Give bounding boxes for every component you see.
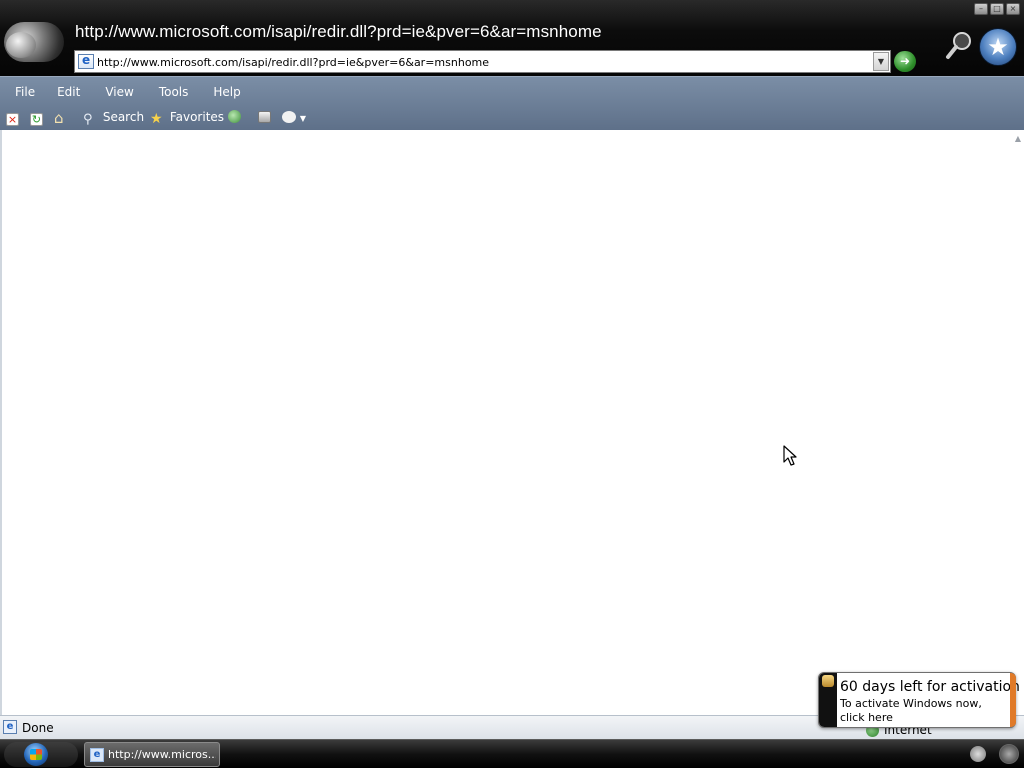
maximize-button[interactable]: □ <box>990 3 1004 15</box>
dropdown-arrow-icon: ▼ <box>877 57 885 66</box>
search-button[interactable]: ⚲ Search <box>83 110 145 127</box>
ie-orb-icon[interactable] <box>4 22 64 62</box>
stop-icon: × <box>6 113 19 126</box>
minimize-icon: – <box>979 4 983 13</box>
home-icon: ⌂ <box>54 109 64 127</box>
page-content[interactable]: ▲ <box>0 130 1024 715</box>
ie-small-icon: e <box>90 748 104 762</box>
address-bar[interactable]: ▼ <box>74 50 891 73</box>
taskbar-item-ie[interactable]: e http://www.micros... <box>84 742 220 767</box>
taskbar-item-label: http://www.micros... <box>108 748 216 761</box>
status-text: Done <box>22 721 54 735</box>
command-bar: × ↻ ⌂ ⚲ Search ★ Favorites ▼ <box>0 107 1024 129</box>
print-button[interactable] <box>258 110 271 126</box>
favorites-star-icon[interactable]: ★ <box>979 28 1017 66</box>
menu-tools[interactable]: Tools <box>159 83 189 103</box>
minimize-button[interactable]: – <box>974 3 988 15</box>
refresh-button[interactable]: ↻ <box>30 110 43 126</box>
search-label: Search <box>102 110 145 124</box>
menu-edit[interactable]: Edit <box>57 83 80 103</box>
scroll-up-arrow-icon[interactable]: ▲ <box>1015 134 1021 143</box>
title-bar: http://www.microsoft.com/isapi/redir.dll… <box>0 0 1024 76</box>
messenger-button[interactable]: ▼ <box>282 110 306 126</box>
mouse-cursor-icon <box>783 445 797 466</box>
history-button[interactable] <box>228 110 241 126</box>
print-icon <box>258 111 271 123</box>
home-button[interactable]: ⌂ <box>54 110 68 126</box>
balloon-link[interactable]: click here <box>840 711 893 724</box>
toolbar-area: File Edit View Tools Help × ↻ ⌂ ⚲ Search… <box>0 76 1024 130</box>
search-icon[interactable] <box>945 30 973 60</box>
status-page-icon: e <box>3 720 17 734</box>
windows-logo-icon[interactable] <box>24 743 48 766</box>
favorites-label: Favorites <box>169 110 225 124</box>
close-button[interactable]: × <box>1006 3 1020 15</box>
messenger-dropdown-icon: ▼ <box>299 114 306 123</box>
refresh-icon: ↻ <box>30 113 43 126</box>
stop-button[interactable]: × <box>6 110 19 126</box>
go-button[interactable]: ➜ <box>894 51 916 72</box>
navigation-orb[interactable] <box>0 18 68 68</box>
menu-file[interactable]: File <box>15 83 35 103</box>
tray-volume-icon[interactable] <box>970 746 986 762</box>
balloon-title: 60 days left for activation <box>840 679 1020 695</box>
balloon-line1: To activate Windows now, <box>840 697 982 710</box>
maximize-icon: □ <box>993 4 1001 13</box>
messenger-icon <box>282 111 296 123</box>
activation-balloon[interactable]: 60 days left for activation To activate … <box>818 672 1020 728</box>
tray-clock-icon[interactable] <box>999 744 1019 764</box>
search-small-icon: ⚲ <box>83 112 93 127</box>
history-icon <box>228 110 241 123</box>
window-title: http://www.microsoft.com/isapi/redir.dll… <box>75 22 602 41</box>
balloon-edge <box>1010 673 1016 727</box>
go-arrow-icon: ➜ <box>899 54 911 68</box>
close-icon: × <box>1009 4 1017 13</box>
favorites-button[interactable]: ★ Favorites <box>150 110 224 126</box>
menu-help[interactable]: Help <box>213 83 240 103</box>
address-dropdown-button[interactable]: ▼ <box>873 52 889 71</box>
address-input[interactable] <box>97 53 867 71</box>
balloon-strip <box>819 673 837 727</box>
start-button[interactable] <box>4 742 78 767</box>
menu-view[interactable]: View <box>105 83 133 103</box>
key-icon <box>822 675 834 687</box>
favorites-small-icon: ★ <box>150 111 163 127</box>
taskbar: e http://www.micros... <box>0 739 1024 768</box>
page-icon <box>78 53 94 69</box>
menu-bar: File Edit View Tools Help <box>0 83 241 103</box>
